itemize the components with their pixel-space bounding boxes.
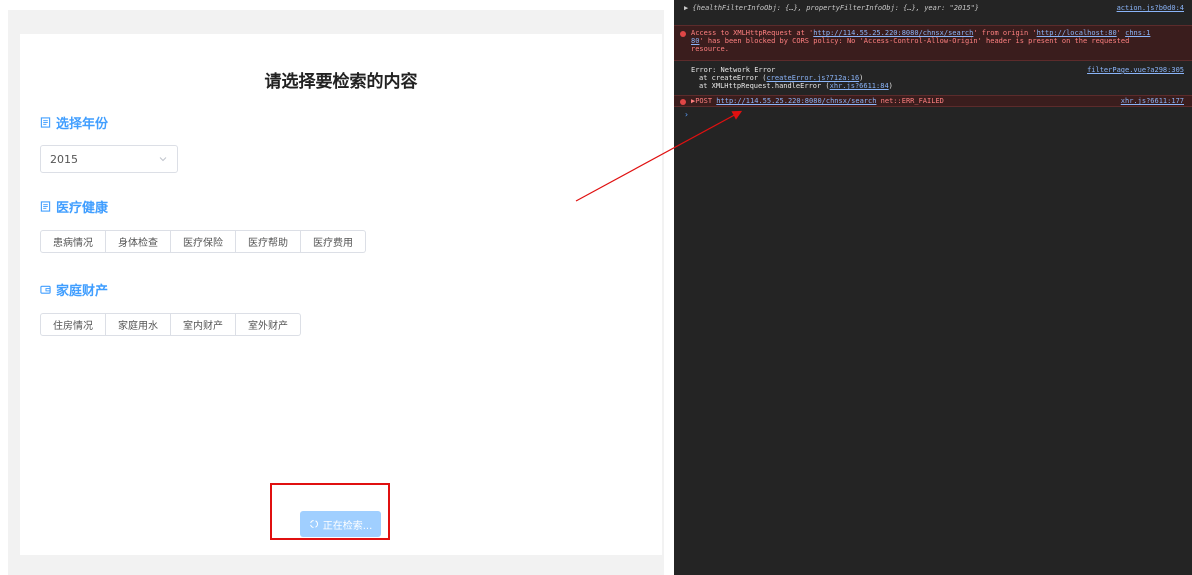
network-error-frame-1: at createError (createError.js?712a:16): [691, 74, 1184, 82]
filter-panel: 请选择要检索的内容 选择年份 2015 医疗健康 患病情况 身体检查 医疗保险 …: [20, 34, 662, 555]
year-select-value: 2015: [50, 152, 78, 166]
property-options: 住房情况 家庭用水 室内财产 室外财产: [40, 313, 301, 336]
frame-2-link[interactable]: xhr.js?6611:84: [830, 82, 889, 90]
error-icon: [680, 99, 686, 105]
health-option-insurance[interactable]: 医疗保险: [171, 230, 236, 253]
frame-2-suffix: ): [888, 82, 893, 90]
health-options: 患病情况 身体检查 医疗保险 医疗帮助 医疗费用: [40, 230, 366, 253]
cors-error-text-mid: ' from origin ': [973, 29, 1037, 37]
frame-2-prefix: at XMLHttpRequest.handleError (: [699, 82, 830, 90]
cors-error-text-line3: resource.: [691, 45, 729, 53]
health-option-aid[interactable]: 医疗帮助: [236, 230, 301, 253]
cors-error-source-link[interactable]: chns:1: [1125, 29, 1150, 37]
frame-1-prefix: at createError (: [699, 74, 767, 82]
wallet-icon: [40, 285, 51, 294]
year-select[interactable]: 2015: [40, 145, 178, 173]
post-error-source-link[interactable]: xhr.js?6611:177: [1121, 96, 1184, 107]
console-log-object-text: ▶ {healthFilterInfoObj: {…}, propertyFil…: [684, 4, 980, 12]
cors-error-url-link[interactable]: http://114.55.25.220:8080/chnsx/search: [813, 29, 973, 37]
year-section-title: 选择年份: [40, 113, 108, 132]
console-prompt[interactable]: ›: [674, 110, 1192, 120]
property-section-label: 家庭财产: [56, 284, 109, 299]
devtools-console: ▶ {healthFilterInfoObj: {…}, propertyFil…: [674, 0, 1192, 575]
post-error-prefix: ▶POST: [691, 97, 717, 105]
property-option-water[interactable]: 家庭用水: [106, 313, 171, 336]
network-error-source-link[interactable]: filterPage.vue?a298:305: [1087, 66, 1184, 74]
property-option-indoor[interactable]: 室内财产: [171, 313, 236, 336]
property-section-title: 家庭财产: [40, 280, 108, 299]
document-icon: [40, 117, 51, 128]
post-error-url-link[interactable]: http://114.55.25.220:8080/chnsx/search: [716, 97, 876, 105]
health-option-illness[interactable]: 患病情况: [40, 230, 106, 253]
health-option-checkup[interactable]: 身体检查: [106, 230, 171, 253]
console-log-source-link[interactable]: action.js?b0d0:4: [1117, 4, 1184, 12]
frame-1-link[interactable]: createError.js?712a:16: [766, 74, 859, 82]
cors-error-text-prefix: Access to XMLHttpRequest at ': [691, 29, 814, 37]
error-icon: [680, 31, 686, 37]
document-icon: [40, 201, 51, 212]
property-option-outdoor[interactable]: 室外财产: [236, 313, 301, 336]
property-option-housing[interactable]: 住房情况: [40, 313, 106, 336]
chevron-down-icon: [159, 157, 167, 162]
cors-error-origin-link[interactable]: http://localhost:80: [1037, 29, 1117, 37]
console-post-error[interactable]: ▶POST http://114.55.25.220:8080/chnsx/se…: [674, 95, 1192, 107]
year-section-label: 选择年份: [56, 117, 109, 132]
health-section-title: 医疗健康: [40, 197, 108, 216]
console-network-error: Error: Network Error filterPage.vue?a298…: [674, 64, 1192, 92]
health-section-label: 医疗健康: [56, 201, 109, 216]
post-error-suffix: net::ERR_FAILED: [876, 97, 944, 105]
console-cors-error: Access to XMLHttpRequest at 'http://114.…: [674, 25, 1192, 61]
annotation-highlight-box: [270, 483, 390, 540]
health-option-expense[interactable]: 医疗费用: [301, 230, 366, 253]
network-error-frame-2: at XMLHttpRequest.handleError (xhr.js?66…: [691, 82, 1184, 90]
frame-1-suffix: ): [859, 74, 864, 82]
cors-error-text-line2: ' has been blocked by CORS policy: No 'A…: [699, 37, 1130, 45]
console-log-object[interactable]: ▶ {healthFilterInfoObj: {…}, propertyFil…: [674, 4, 1192, 16]
page-title: 请选择要检索的内容: [264, 72, 418, 92]
